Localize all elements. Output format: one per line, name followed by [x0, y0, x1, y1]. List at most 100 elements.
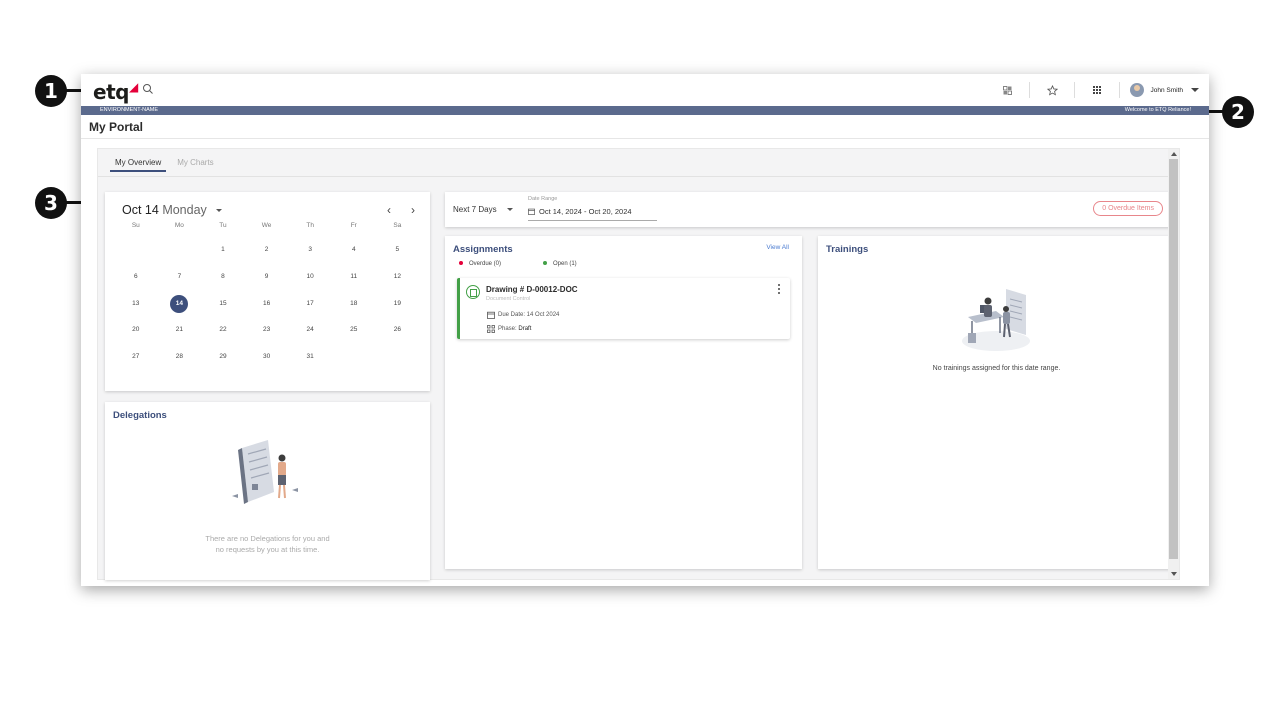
delegations-empty-line-1: There are no Delegations for you and: [205, 534, 330, 543]
calendar-header[interactable]: Oct 14 Monday: [122, 203, 207, 217]
calendar-day-label: 4: [351, 246, 356, 253]
delegations-empty-line-2: no requests by you at this time.: [215, 545, 320, 554]
user-avatar[interactable]: [1130, 83, 1145, 97]
view-all-link[interactable]: View All: [766, 244, 789, 251]
calendar-day[interactable]: 31: [288, 343, 332, 370]
scroll-up-icon[interactable]: [1171, 152, 1177, 156]
scroll-thumb[interactable]: [1169, 159, 1178, 559]
assignments-title: Assignments: [453, 244, 513, 255]
calendar-day[interactable]: 26: [376, 316, 420, 343]
calendar-icon: [487, 311, 495, 319]
calendar-day[interactable]: 15: [201, 290, 245, 317]
chevron-down-icon[interactable]: [1191, 88, 1199, 92]
next-month-button[interactable]: ›: [411, 203, 415, 217]
calendar-day-label: 26: [393, 326, 401, 334]
calendar-day-label: 1: [221, 246, 225, 253]
logo-accent: ◢: [128, 80, 138, 94]
prev-month-button[interactable]: ‹: [387, 203, 391, 217]
etq-logo[interactable]: etq◢: [93, 80, 138, 104]
calendar-day-label: 28: [175, 353, 183, 361]
calendar-day[interactable]: 1: [201, 236, 245, 263]
weekday-header: Fr: [350, 222, 357, 229]
calendar-day[interactable]: 13: [114, 290, 158, 317]
calendar-day[interactable]: 24: [288, 316, 332, 343]
calendar-day-label: 15: [219, 299, 227, 307]
calendar-day-label: 25: [350, 326, 358, 334]
calendar-day-label: 21: [175, 326, 183, 334]
calendar-day[interactable]: 4: [332, 236, 376, 263]
trainings-illustration: [962, 289, 1030, 351]
chevron-down-icon[interactable]: [507, 208, 513, 211]
weekday-header: We: [261, 222, 272, 229]
apps-grid-icon[interactable]: [1087, 80, 1107, 100]
portal-content: My Overview My Charts Oct 14 Monday ‹ › …: [97, 148, 1180, 580]
calendar-day[interactable]: 2: [245, 236, 289, 263]
calendar-day[interactable]: 10: [288, 263, 332, 290]
calendar-day[interactable]: 18: [332, 290, 376, 317]
calendar-day[interactable]: 6: [114, 263, 158, 290]
callout-3: 3: [35, 187, 67, 219]
callout-1-label: 1: [44, 79, 58, 103]
user-name[interactable]: John Smith: [1150, 87, 1183, 94]
open-dot: [543, 261, 547, 266]
weekday-header: Tu: [219, 222, 227, 229]
tab-bar: My Overview My Charts: [110, 158, 225, 172]
assignment-title[interactable]: Drawing # D-00012-DOC: [486, 285, 578, 294]
welcome-message: Welcome to ETQ Reliance!: [1124, 107, 1191, 113]
calendar-day[interactable]: 17: [288, 290, 332, 317]
tab-my-charts[interactable]: My Charts: [172, 158, 218, 172]
calendar-day[interactable]: 20: [114, 316, 158, 343]
assignment-subtitle: Document Control: [486, 296, 531, 302]
layout-icon[interactable]: [997, 80, 1017, 100]
calendar-day[interactable]: 23: [245, 316, 289, 343]
app-window: etq◢ John Smith ENVIRONMENT-NAME Welcome…: [81, 74, 1209, 586]
calendar-day-label: [170, 241, 188, 259]
delegations-card: Delegations There are no Delegations for…: [105, 402, 430, 580]
calendar-day[interactable]: 9: [245, 263, 289, 290]
calendar-day[interactable]: 7: [158, 263, 202, 290]
calendar-day[interactable]: 14: [158, 290, 202, 317]
environment-bar: ENVIRONMENT-NAME Welcome to ETQ Reliance…: [81, 106, 1209, 115]
calendar-day[interactable]: 28: [158, 343, 202, 370]
date-range-field[interactable]: Oct 14, 2024 - Oct 20, 2024: [528, 206, 657, 221]
toolbar-separator: [1119, 82, 1121, 98]
calendar-day[interactable]: 11: [332, 263, 376, 290]
calendar-day[interactable]: 22: [201, 316, 245, 343]
calendar-day[interactable]: 19: [376, 290, 420, 317]
calendar-day-label: 20: [132, 326, 140, 334]
kebab-menu-icon[interactable]: [777, 284, 781, 294]
environment-name: ENVIRONMENT-NAME: [100, 107, 159, 113]
calendar-date: Oct 14: [122, 203, 159, 217]
calendar-day[interactable]: 5: [376, 236, 420, 263]
scroll-down-icon[interactable]: [1171, 572, 1177, 576]
overdue-items-button[interactable]: 0 Overdue Items: [1093, 201, 1163, 216]
assignment-due-date: Due Date: 14 Oct 2024: [498, 312, 560, 318]
legend-overdue-label: Overdue (0): [469, 261, 502, 267]
range-select[interactable]: Next 7 Days: [453, 205, 497, 214]
calendar-day[interactable]: 30: [245, 343, 289, 370]
top-bar: etq◢ John Smith: [81, 74, 1209, 106]
assignment-item[interactable]: Drawing # D-00012-DOC Document Control D…: [457, 278, 790, 339]
calendar-day[interactable]: 8: [201, 263, 245, 290]
chevron-down-icon[interactable]: [216, 209, 222, 212]
calendar-empty-cell: [114, 236, 158, 263]
tab-my-overview[interactable]: My Overview: [110, 158, 167, 172]
calendar-day[interactable]: 27: [114, 343, 158, 370]
calendar-day[interactable]: 25: [332, 316, 376, 343]
logo-text: etq: [93, 80, 129, 104]
content-scrollbar[interactable]: [1168, 149, 1179, 579]
calendar-day[interactable]: 21: [158, 316, 202, 343]
calendar-day[interactable]: 3: [288, 236, 332, 263]
calendar-day-label: 27: [132, 353, 140, 361]
calendar-day-label: 23: [262, 326, 271, 334]
search-icon[interactable]: [142, 83, 154, 95]
calendar-day[interactable]: 29: [201, 343, 245, 370]
calendar-day[interactable]: 16: [245, 290, 289, 317]
star-icon[interactable]: [1042, 80, 1062, 100]
calendar-day-label: 24: [306, 326, 314, 334]
calendar-day-label: 8: [221, 272, 225, 280]
calendar-day-label: 5: [395, 246, 400, 253]
top-toolbar: John Smith: [985, 80, 1199, 100]
callout-2-label: 2: [1231, 100, 1245, 124]
calendar-day[interactable]: 12: [376, 263, 420, 290]
